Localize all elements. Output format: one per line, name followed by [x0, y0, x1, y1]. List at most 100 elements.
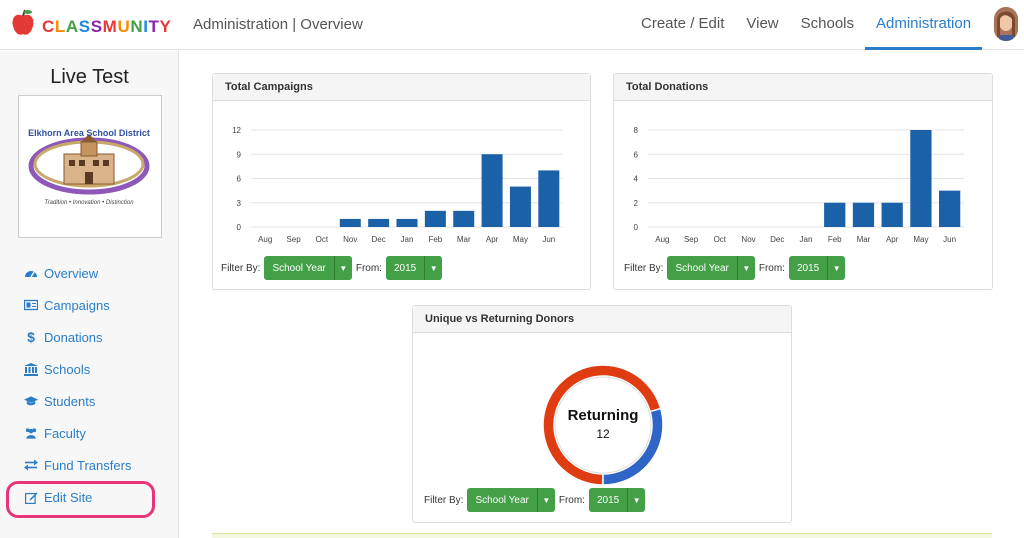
graduation-cap-icon	[24, 394, 38, 408]
bar	[910, 130, 932, 227]
sidebar-item-faculty[interactable]: Faculty	[0, 417, 179, 449]
brand-letter: C	[42, 17, 55, 36]
brand-letter: Y	[159, 17, 172, 36]
sidebar-item-overview[interactable]: Overview	[0, 257, 179, 289]
x-tick-label: Aug	[258, 235, 272, 244]
brand-letter: S	[78, 17, 91, 36]
y-tick-label: 8	[634, 126, 639, 135]
x-tick-label: Oct	[316, 235, 329, 244]
dropdown-value: 2015	[393, 262, 417, 274]
sidebar-item-label: Faculty	[44, 425, 86, 441]
x-tick-label: Mar	[457, 235, 471, 244]
donut-inner-ring	[554, 376, 652, 474]
donations-period-dropdown[interactable]: School Year ▼	[667, 256, 755, 280]
x-tick-label: Feb	[428, 235, 442, 244]
sidebar: Live Test Elkhorn Area School District T…	[0, 51, 179, 538]
donors-year-dropdown[interactable]: 2015 ▼	[588, 488, 646, 512]
bar	[939, 190, 961, 227]
sidebar-item-label: Campaigns	[44, 297, 110, 313]
sidebar-item-label: Overview	[44, 265, 99, 281]
bar	[339, 218, 361, 227]
caret-down-icon: ▼	[827, 256, 845, 280]
sidebar-item-label: Students	[44, 393, 96, 409]
total-campaigns-panel: Total Campaigns 0 3 6 9 12 Aug Sep Oct Nov Dec Jan…	[212, 73, 591, 290]
dashboard-icon	[24, 266, 38, 280]
donations-year-dropdown[interactable]: 2015 ▼	[788, 256, 846, 280]
bar	[424, 210, 446, 227]
sidebar-item-label: Schools	[44, 361, 91, 377]
donors-period-dropdown[interactable]: School Year ▼	[467, 488, 555, 512]
brand-letter: N	[130, 17, 144, 36]
bar	[538, 170, 560, 227]
sidebar-item-schools[interactable]: Schools	[0, 353, 179, 385]
dropdown-value: 2015	[796, 262, 820, 274]
dropdown-value: School Year	[272, 262, 326, 274]
y-tick-label: 12	[232, 126, 241, 135]
avatar[interactable]	[994, 7, 1018, 41]
donut-center-label: Returning	[568, 407, 639, 424]
total-donations-panel: Total Donations 0 2 4 6 8 Aug Sep Oct Nov Dec Jan F…	[613, 73, 993, 290]
campaigns-icon	[24, 298, 38, 312]
x-tick-label: Mar	[857, 235, 871, 244]
x-tick-label: Apr	[486, 235, 499, 244]
y-tick-label: 0	[237, 223, 242, 232]
sidebar-item-label: Fund Transfers	[44, 457, 132, 473]
sidebar-item-fund-transfers[interactable]: Fund Transfers	[0, 449, 179, 481]
y-tick-label: 4	[634, 175, 639, 184]
y-tick-label: 9	[237, 150, 242, 159]
bar	[881, 202, 903, 227]
y-tick-label: 6	[634, 150, 639, 159]
sidebar-item-label: Donations	[44, 329, 103, 345]
sidebar-item-students[interactable]: Students	[0, 385, 179, 417]
from-label: From:	[758, 262, 785, 274]
users-icon	[24, 426, 38, 440]
nav-administration[interactable]: Administration	[865, 0, 983, 50]
filter-by-label: Filter By:	[221, 262, 261, 274]
brand-letter: S	[90, 17, 103, 36]
bar	[852, 202, 875, 227]
dollar-icon: $	[27, 329, 35, 345]
x-tick-label: Feb	[828, 235, 842, 244]
x-tick-label: Aug	[655, 235, 669, 244]
classmunity-logo[interactable]: CLASSMUNITY	[10, 8, 180, 42]
main-nav: Create / Edit View Schools Administratio…	[630, 0, 983, 50]
x-tick-label: Oct	[714, 235, 727, 244]
bar	[396, 218, 418, 227]
campaigns-filter-row: Filter By: School Year ▼ From: 2015 ▼	[221, 256, 446, 280]
donations-filter-row: Filter By: School Year ▼ From: 2015 ▼	[624, 256, 849, 280]
brand-name: CLASSMUNITY	[42, 17, 171, 37]
filter-by-label: Filter By:	[424, 494, 464, 506]
filter-by-label: Filter By:	[624, 262, 664, 274]
panel-title: Total Donations	[614, 74, 992, 101]
bottom-notice-strip	[212, 533, 992, 538]
exchange-icon	[24, 458, 38, 472]
sidebar-menu: Overview Campaigns $ Donations Schools S…	[0, 257, 179, 513]
sidebar-item-campaigns[interactable]: Campaigns	[0, 289, 179, 321]
bar	[481, 154, 503, 227]
x-tick-label: Jan	[800, 235, 813, 244]
site-name: Live Test	[50, 66, 129, 88]
x-tick-label: Nov	[343, 235, 357, 244]
nav-view[interactable]: View	[735, 0, 789, 50]
caret-down-icon: ▼	[627, 488, 645, 512]
y-tick-label: 6	[237, 175, 242, 184]
caret-down-icon: ▼	[333, 256, 352, 280]
x-tick-label: Dec	[372, 235, 386, 244]
nav-create-edit[interactable]: Create / Edit	[630, 0, 735, 50]
brand-letter: A	[65, 17, 79, 36]
y-tick-label: 2	[634, 199, 639, 208]
campaigns-year-dropdown[interactable]: 2015 ▼	[385, 256, 443, 280]
apple-icon	[12, 9, 34, 35]
y-tick-label: 3	[237, 199, 242, 208]
campaigns-period-dropdown[interactable]: School Year ▼	[264, 256, 352, 280]
bar	[824, 202, 846, 227]
x-tick-label: Sep	[286, 235, 301, 244]
logo-arc-text: Elkhorn Area School District	[28, 128, 150, 138]
x-tick-label: Jun	[943, 235, 956, 244]
sidebar-item-donations[interactable]: $ Donations	[0, 321, 179, 353]
nav-schools[interactable]: Schools	[790, 0, 865, 50]
total-campaigns-chart: 0 3 6 9 12 Aug Sep Oct Nov Dec Jan Feb Mar Apr May Jun	[232, 126, 563, 244]
donors-panel: Unique vs Returning Donors Returning 12 …	[412, 305, 792, 523]
top-bar: CLASSMUNITY Administration | Overview Cr…	[0, 0, 1024, 50]
from-label: From:	[558, 494, 585, 506]
